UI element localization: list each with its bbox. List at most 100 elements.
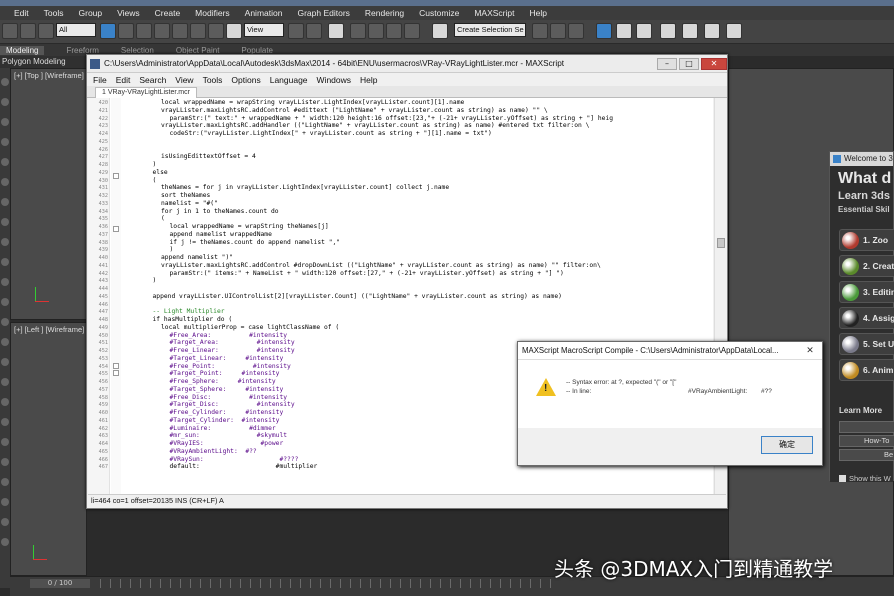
render-frame-icon[interactable] [704, 23, 720, 39]
pivot-icon[interactable] [288, 23, 304, 39]
link-icon[interactable] [38, 23, 54, 39]
learn-more-button[interactable] [839, 421, 894, 433]
editor-menu-edit[interactable]: Edit [116, 75, 131, 85]
editor-menu-search[interactable]: Search [139, 75, 166, 85]
code-line: 440 append namelist ")" [88, 254, 713, 262]
code-text: namelist = "#(" [161, 199, 218, 207]
show-on-startup-checkbox[interactable]: Show this W [839, 474, 891, 483]
menu-item-tools[interactable]: Tools [44, 8, 64, 18]
placement-icon[interactable] [226, 23, 242, 39]
editor-tab[interactable]: 1 VRay-VRayLightLister.mcr [95, 87, 197, 98]
select-object-icon[interactable] [100, 23, 116, 39]
align-icon[interactable] [550, 23, 566, 39]
watermark-text: 头条 @3DMAX入门到精通教学 [554, 557, 834, 581]
code-text: sort theNames [161, 192, 211, 199]
menu-item-maxscript[interactable]: MAXScript [474, 8, 514, 18]
viewport-left[interactable]: [+] [Left ] [Wireframe] [10, 322, 87, 576]
code-text: #VRayIES: #power [169, 440, 284, 447]
curve-editor-icon[interactable] [616, 23, 632, 39]
viewport-top-label[interactable]: [+] [Top ] [Wireframe] [14, 71, 84, 80]
maximize-button[interactable]: □ [679, 57, 699, 70]
rectangle-selection-icon[interactable] [136, 23, 152, 39]
viewport-top[interactable]: [+] [Top ] [Wireframe] [10, 68, 87, 320]
window-crossing-icon[interactable] [154, 23, 170, 39]
more-button[interactable]: Be [839, 449, 894, 461]
percent-snap-icon[interactable] [386, 23, 402, 39]
editor-menu-view[interactable]: View [175, 75, 193, 85]
undo-icon[interactable] [2, 23, 18, 39]
editor-titlebar[interactable]: C:\Users\Administrator\AppData\Local\Aut… [87, 55, 727, 73]
menu-item-customize[interactable]: Customize [419, 8, 459, 18]
ribbon-tab-modeling[interactable]: Modeling [0, 45, 45, 55]
axis-y-icon [33, 545, 34, 559]
menu-item-animation[interactable]: Animation [245, 8, 283, 18]
editor-menu-file[interactable]: File [93, 75, 107, 85]
code-line: 445 append vrayLLister.UIControlList[2][v… [88, 293, 713, 301]
code-text: #Free_Cylinder: #intensity [169, 409, 284, 416]
code-line: 450 #Free_Area: #intensity [88, 332, 713, 340]
essential-skill-item[interactable]: 3. Editin [839, 281, 894, 303]
spinner-snap-icon[interactable] [404, 23, 420, 39]
essential-skill-item[interactable]: 1. Zoo [839, 229, 894, 251]
schematic-view-icon[interactable] [636, 23, 652, 39]
named-selection-select[interactable]: Create Selection Se [454, 23, 526, 37]
menu-item-help[interactable]: Help [529, 8, 546, 18]
dialog-title: MAXScript MacroScript Compile - C:\Users… [522, 346, 779, 355]
redo-icon[interactable] [20, 23, 36, 39]
editor-menu-language[interactable]: Language [270, 75, 308, 85]
editor-menu-tools[interactable]: Tools [203, 75, 223, 85]
code-line: 420 local wrappedName = wrapString vrayLL… [88, 99, 713, 107]
checkbox-icon[interactable] [839, 475, 846, 482]
render-icon[interactable] [726, 23, 742, 39]
rotate-icon[interactable] [190, 23, 206, 39]
menu-item-group[interactable]: Group [79, 8, 103, 18]
code-line: 439) [88, 246, 713, 254]
code-text: #Target_Point: #intensity [169, 370, 280, 378]
viewport-left-label[interactable]: [+] [Left ] [Wireframe] [14, 325, 84, 334]
ok-button[interactable]: 确定 [761, 436, 813, 454]
angle-snap-icon[interactable] [368, 23, 384, 39]
scale-icon[interactable] [208, 23, 224, 39]
editor-menu-windows[interactable]: Windows [317, 75, 351, 85]
code-line: 448 if hasMultiplier do ( [88, 316, 713, 324]
editor-menu-options[interactable]: Options [231, 75, 260, 85]
menu-item-edit[interactable]: Edit [14, 8, 29, 18]
editor-menu-help[interactable]: Help [360, 75, 377, 85]
menu-item-graph-editors[interactable]: Graph Editors [297, 8, 349, 18]
edit-named-selection-icon[interactable] [432, 23, 448, 39]
essential-skill-item[interactable]: 5. Set U [839, 333, 894, 355]
dialog-titlebar[interactable]: MAXScript MacroScript Compile - C:\Users… [518, 342, 822, 360]
essential-skill-item[interactable]: 6. Anim [839, 359, 894, 381]
graphite-toggle-icon[interactable] [596, 23, 612, 39]
code-text: #Target_Cylinder: #intensity [169, 416, 280, 424]
snap-icon[interactable] [350, 23, 366, 39]
code-line: 428) [88, 161, 713, 169]
mirror-icon[interactable] [532, 23, 548, 39]
close-button[interactable]: ✕ [701, 57, 727, 70]
essential-skill-item[interactable]: 4. Assig [839, 307, 894, 329]
material-editor-icon[interactable] [660, 23, 676, 39]
keyboard-shortcut-icon[interactable] [328, 23, 344, 39]
track-bar[interactable] [100, 579, 560, 588]
select-by-name-icon[interactable] [118, 23, 134, 39]
menu-item-rendering[interactable]: Rendering [365, 8, 404, 18]
minimize-button[interactable]: – [657, 57, 677, 70]
dialog-close-button[interactable]: ✕ [798, 344, 822, 358]
how-to-button[interactable]: How-To [839, 435, 894, 447]
reference-coord-select[interactable]: View [244, 23, 284, 37]
learn-more-label: Learn More [839, 406, 883, 415]
welcome-title[interactable]: Welcome to 3 [830, 152, 893, 166]
move-icon[interactable] [172, 23, 188, 39]
time-slider[interactable]: 0 / 100 [30, 579, 90, 588]
select-manipulate-icon[interactable] [306, 23, 322, 39]
menu-item-views[interactable]: Views [117, 8, 140, 18]
layer-icon[interactable] [568, 23, 584, 39]
menu-item-modifiers[interactable]: Modifiers [195, 8, 229, 18]
menu-item-create[interactable]: Create [155, 8, 181, 18]
scrollbar-thumb[interactable] [717, 238, 725, 248]
essential-skill-item[interactable]: 2. Creat [839, 255, 894, 277]
welcome-heading: What d [838, 170, 892, 187]
render-setup-icon[interactable] [682, 23, 698, 39]
selection-filter-select[interactable]: All [56, 23, 96, 37]
code-line: 426 [88, 146, 713, 154]
